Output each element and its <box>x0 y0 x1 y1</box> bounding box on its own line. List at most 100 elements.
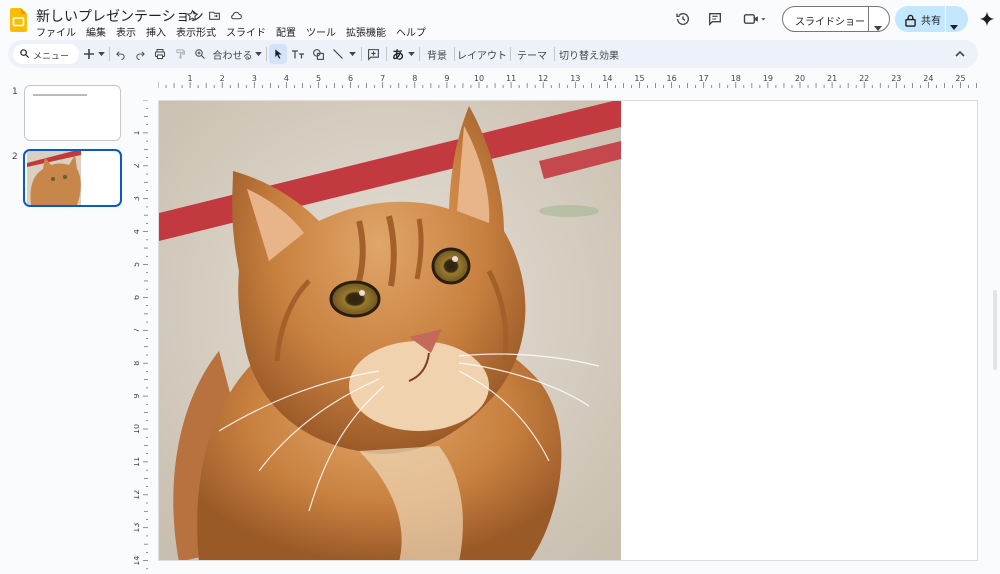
ruler-label: 4 <box>134 229 141 234</box>
ruler-label: 15 <box>634 74 644 83</box>
ruler-label: 22 <box>859 74 869 83</box>
ruler-label: 3 <box>252 74 257 83</box>
zoom-select[interactable]: 合わせる <box>212 44 262 64</box>
divider <box>945 6 946 32</box>
thumbnail-text-line <box>33 94 87 96</box>
menu-view[interactable]: 表示 <box>116 24 136 39</box>
ruler-label: 6 <box>348 74 353 83</box>
divider <box>454 47 455 61</box>
lock-icon <box>905 12 916 31</box>
horizontal-ruler[interactable]: 1 2 3 4 5 6 7 8 9 10 11 12 13 14 15 16 17 18 19 20 21 22 23 24 2… <box>158 72 978 88</box>
ruler-label: 1 <box>134 130 141 135</box>
chevron-down-icon <box>254 51 262 56</box>
ruler-label: 18 <box>731 74 741 83</box>
search-icon <box>19 48 30 62</box>
collapse-toolbar-chevron-up-icon[interactable] <box>950 44 970 64</box>
meet-video-icon[interactable] <box>740 6 770 32</box>
version-history-icon[interactable] <box>670 6 696 32</box>
select-pointer-icon[interactable] <box>269 44 287 64</box>
divider <box>266 47 267 61</box>
print-icon[interactable] <box>152 44 168 64</box>
slideshow-button[interactable]: スライドショー <box>782 6 890 32</box>
slide-canvas[interactable] <box>158 100 978 561</box>
paint-format-icon[interactable] <box>172 44 188 64</box>
gemini-sparkle-icon[interactable] <box>974 6 1000 32</box>
input-tools-glyph[interactable]: あ <box>389 44 407 64</box>
menu-help[interactable]: ヘルプ <box>396 24 426 39</box>
menu-format[interactable]: 表示形式 <box>176 24 216 39</box>
text-box-icon[interactable] <box>289 44 307 64</box>
search-label: メニュー <box>33 52 70 62</box>
menu-insert[interactable]: 挿入 <box>146 24 166 39</box>
slide-thumbnail-2[interactable] <box>23 149 122 207</box>
share-options-chevron-icon[interactable] <box>950 16 958 35</box>
ruler-label: 21 <box>827 74 837 83</box>
ruler-label: 5 <box>134 262 141 267</box>
divider <box>868 7 869 31</box>
add-comment-icon[interactable] <box>364 44 382 64</box>
new-slide-options-chevron-icon[interactable] <box>96 44 106 64</box>
vertical-ruler[interactable]: 1234567891011121314 <box>134 100 148 574</box>
input-tools-chevron-icon[interactable] <box>406 44 416 64</box>
new-slide-plus-icon[interactable] <box>82 44 96 64</box>
ruler-label: 11 <box>506 74 516 83</box>
ruler-label: 24 <box>923 74 933 83</box>
ruler-label: 11 <box>134 457 141 467</box>
ruler-label: 7 <box>134 328 141 333</box>
divider <box>419 47 420 61</box>
slides-logo-icon[interactable] <box>10 8 27 32</box>
star-icon[interactable] <box>185 8 199 22</box>
menu-bar: ファイル 編集 表示 挿入 表示形式 スライド 配置 ツール 拡張機能 ヘルプ <box>36 24 426 39</box>
ruler-label: 9 <box>134 394 141 399</box>
scrollbar[interactable] <box>993 290 997 370</box>
redo-icon[interactable] <box>132 44 148 64</box>
move-folder-icon[interactable] <box>207 8 221 22</box>
ruler-label: 16 <box>667 74 677 83</box>
ruler-label: 2 <box>220 74 225 83</box>
menu-arrange[interactable]: 配置 <box>276 24 296 39</box>
slide-number: 1 <box>12 87 18 97</box>
zoom-label: 合わせる <box>212 50 253 62</box>
ruler-label: 17 <box>699 74 709 83</box>
undo-icon[interactable] <box>112 44 128 64</box>
ruler-label: 10 <box>134 424 141 434</box>
ruler-label: 12 <box>538 74 548 83</box>
cloud-status-icon[interactable] <box>229 8 243 22</box>
slide-number: 2 <box>12 152 18 162</box>
slideshow-label: スライドショー <box>795 17 865 28</box>
line-icon[interactable] <box>329 44 347 64</box>
document-title[interactable]: 新しいプレゼンテーション <box>36 6 204 26</box>
ruler-label: 5 <box>316 74 321 83</box>
ruler-label: 20 <box>795 74 805 83</box>
menu-file[interactable]: ファイル <box>36 24 76 39</box>
ruler-label: 23 <box>891 74 901 83</box>
zoom-icon[interactable] <box>192 44 208 64</box>
divider <box>109 47 110 61</box>
background-button[interactable]: 背景 <box>422 44 452 64</box>
ruler-label: 4 <box>284 74 289 83</box>
divider <box>554 47 555 61</box>
layout-button[interactable]: レイアウト <box>457 44 507 64</box>
share-button[interactable]: 共有 <box>895 6 968 32</box>
line-options-chevron-icon[interactable] <box>347 44 357 64</box>
menu-edit[interactable]: 編集 <box>86 24 106 39</box>
menu-slide[interactable]: スライド <box>226 24 266 39</box>
ruler-label: 2 <box>134 163 141 168</box>
search-menus-input[interactable]: メニュー <box>13 44 79 64</box>
ruler-label: 14 <box>602 74 612 83</box>
slide-thumbnail-1[interactable] <box>24 85 121 141</box>
menu-extensions[interactable]: 拡張機能 <box>346 24 386 39</box>
ruler-label: 1 <box>188 74 193 83</box>
theme-button[interactable]: テーマ <box>513 44 551 64</box>
shape-icon[interactable] <box>309 44 327 64</box>
ruler-label: 10 <box>474 74 484 83</box>
ruler-label: 25 <box>955 74 965 83</box>
transition-button[interactable]: 切り替え効果 <box>557 44 621 64</box>
cat-photo-image[interactable] <box>159 101 621 561</box>
ruler-label: 3 <box>134 196 141 201</box>
menu-tools[interactable]: ツール <box>306 24 336 39</box>
comments-icon[interactable] <box>702 6 728 32</box>
cat-photo-thumbnail <box>27 151 81 205</box>
slideshow-options-chevron-icon[interactable] <box>874 17 882 36</box>
ruler-label: 19 <box>763 74 773 83</box>
